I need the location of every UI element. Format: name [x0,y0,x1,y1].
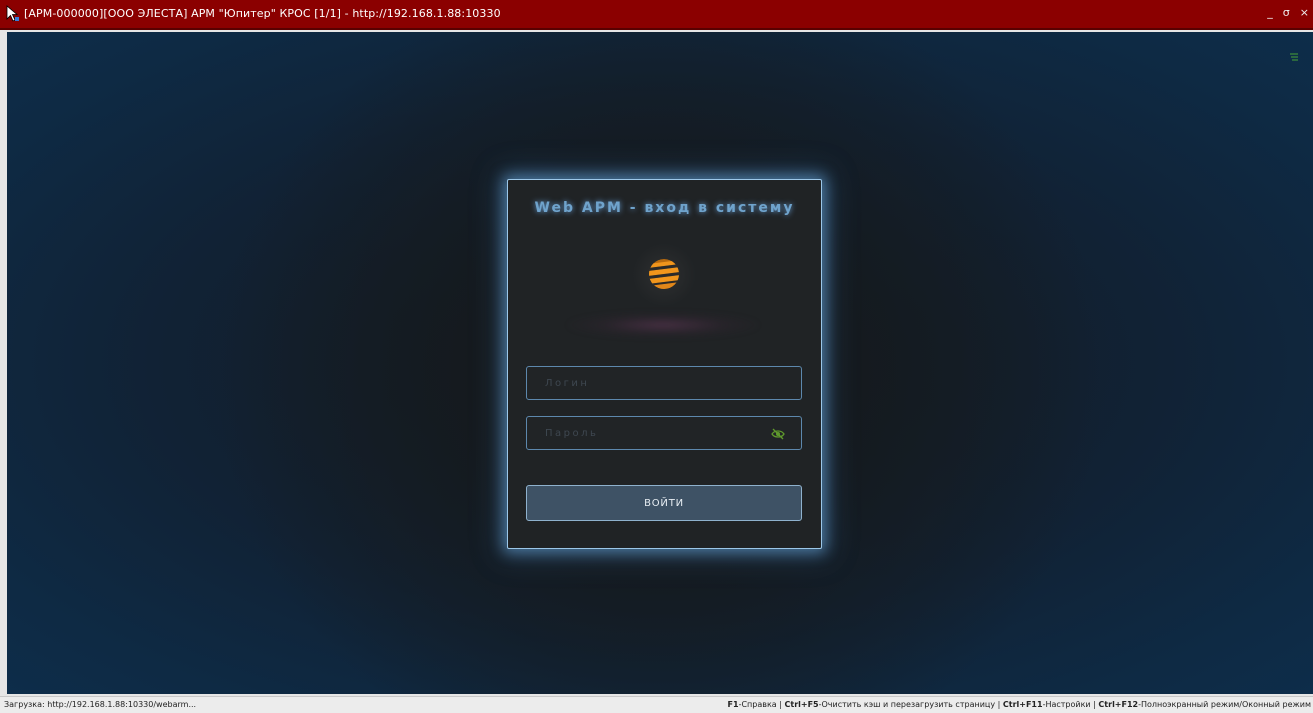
login-input[interactable] [527,367,801,399]
password-input[interactable] [527,417,801,449]
window-controls: _ σ × [1267,6,1309,20]
shortcut-separator: | [995,700,1003,709]
web-viewport: Web АРМ - вход в систему Логин ВОЙТИ [7,32,1313,694]
shortcut-separator: | [776,700,785,709]
menu-icon[interactable] [1289,52,1299,62]
eye-slash-icon[interactable] [771,428,785,440]
login-card: Web АРМ - вход в систему Логин ВОЙТИ [507,179,822,549]
maximize-button[interactable]: σ [1283,6,1290,20]
shortcut-label: -Полноэкранный режим/Оконный режим [1138,700,1311,709]
logo [632,243,696,307]
login-title: Web АРМ - вход в систему [534,200,795,216]
close-button[interactable]: × [1300,6,1309,20]
password-field[interactable] [526,416,802,450]
shortcut-label: -Настройки [1042,700,1091,709]
cursor-icon [6,5,19,22]
shortcut-key: F1 [727,700,739,709]
title-bar[interactable]: [АРМ-000000][ООО ЭЛЕСТА] АРМ "Юпитер" КР… [0,0,1313,30]
sphere-stripes-icon [649,259,679,289]
window-title: [АРМ-000000][ООО ЭЛЕСТА] АРМ "Юпитер" КР… [24,7,501,20]
shortcut-label: -Очистить кэш и перезагрузить страницу [818,700,996,709]
shortcut-label: -Справка [738,700,777,709]
shortcut-hints: F1-Справка | Ctrl+F5-Очистить кэш и пере… [728,700,1311,709]
shortcut-key: Ctrl+F5 [784,700,819,709]
loading-status: Загрузка: http://192.168.1.88:10330/weba… [4,700,197,709]
login-button[interactable]: ВОЙТИ [526,485,802,521]
logo-reflection [568,312,758,338]
app-window: [АРМ-000000][ООО ЭЛЕСТА] АРМ "Юпитер" КР… [0,0,1313,713]
shortcut-key: Ctrl+F11 [1002,700,1043,709]
shortcut-key: Ctrl+F12 [1098,700,1139,709]
status-bar: Загрузка: http://192.168.1.88:10330/weba… [0,696,1313,713]
login-field[interactable] [526,366,802,400]
minimize-button[interactable]: _ [1267,6,1273,20]
